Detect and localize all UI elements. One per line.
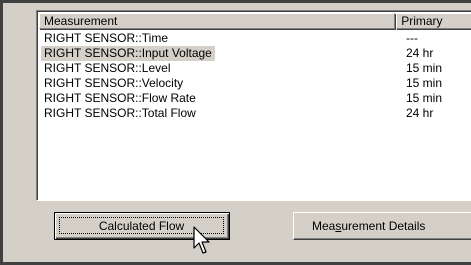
list-item[interactable]: RIGHT SENSOR::Level 15 min [39,61,471,76]
primary-interval: 24 hr [406,106,434,120]
primary-interval: --- [406,31,418,45]
primary-interval: 24 hr [406,46,434,60]
measurement-name: RIGHT SENSOR::Input Voltage [41,46,215,61]
primary-interval: 15 min [406,61,443,75]
measurement-name: RIGHT SENSOR::Total Flow [44,106,196,120]
measurement-list[interactable]: Measurement Primary RIGHT SENSOR::Time -… [36,10,471,201]
column-header-primary[interactable]: Primary [396,13,471,29]
measurement-details-label-end: urement Details [341,219,426,233]
primary-interval: 15 min [406,91,443,105]
list-header: Measurement Primary [39,13,471,29]
column-header-measurement[interactable]: Measurement [39,13,396,29]
list-item[interactable]: RIGHT SENSOR::Total Flow 24 hr [39,106,471,121]
measurement-details-label-start: Mea [312,219,336,233]
arrow-pointer-icon [193,226,210,254]
list-item-selected[interactable]: RIGHT SENSOR::Input Voltage 24 hr [39,46,471,61]
measurement-name: RIGHT SENSOR::Velocity [44,76,184,90]
list-item[interactable]: RIGHT SENSOR::Time --- [39,31,471,46]
list-rows: RIGHT SENSOR::Time --- RIGHT SENSOR::Inp… [39,31,471,121]
primary-interval: 15 min [406,76,443,90]
measurement-details-button[interactable]: Measurement Details [293,212,471,240]
list-item[interactable]: RIGHT SENSOR::Flow Rate 15 min [39,91,471,106]
list-item[interactable]: RIGHT SENSOR::Velocity 15 min [39,76,471,91]
measurement-name: RIGHT SENSOR::Flow Rate [44,91,196,105]
measurement-name: RIGHT SENSOR::Time [44,31,169,45]
measurement-name: RIGHT SENSOR::Level [44,61,171,75]
